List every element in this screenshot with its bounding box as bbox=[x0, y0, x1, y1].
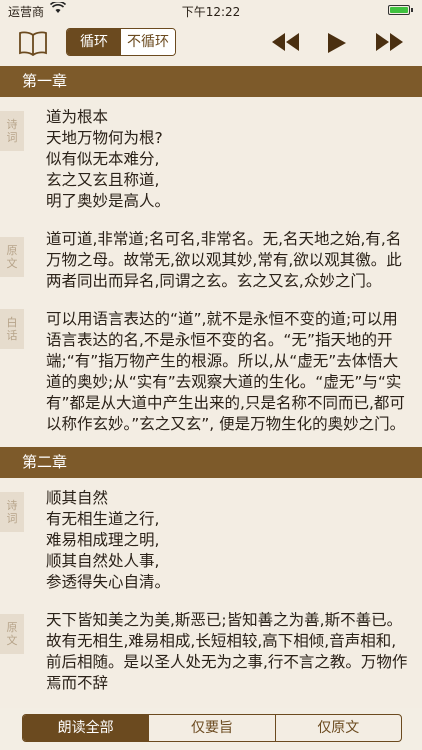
only-original-button[interactable]: 仅原文 bbox=[274, 715, 401, 741]
original-tag: 原文 bbox=[0, 614, 24, 654]
rewind-icon[interactable] bbox=[272, 33, 300, 53]
read-all-button[interactable]: 朗读全部 bbox=[23, 715, 149, 741]
poem-text: 顺其自然 有无相生道之行, 难易相成理之明, 顺其自然处人事, 参透得失心自清。 bbox=[46, 489, 171, 591]
no-loop-mode-button[interactable]: 不循环 bbox=[121, 29, 175, 55]
poem-text: 道为根本 天地万物何为根? 似有似无本难分, 玄之又玄且称道, 明了奥妙是高人。 bbox=[46, 108, 171, 210]
play-icon[interactable] bbox=[328, 33, 346, 53]
original-section: 原文 天下皆知美之为美,斯恶已;皆知善之为善,斯不善已。故有无相生,难易相成,长… bbox=[0, 610, 422, 694]
reading-content[interactable]: 第一章 诗词 道为根本 天地万物何为根? 似有似无本难分, 玄之又玄且称道, 明… bbox=[0, 66, 422, 694]
chapter-header: 第一章 bbox=[0, 66, 422, 97]
original-section: 原文 道可道,非常道;名可名,非常名。无,名天地之始,有,名万物之母。故常无,欲… bbox=[0, 229, 422, 292]
loop-mode-segment: 循环 不循环 bbox=[66, 28, 176, 56]
original-text: 道可道,非常道;名可名,非常名。无,名天地之始,有,名万物之母。故常无,欲以观其… bbox=[46, 230, 402, 290]
translation-tag: 白话 bbox=[0, 309, 24, 349]
original-tag: 原文 bbox=[0, 237, 24, 277]
status-bar: 运营商 下午12:22 bbox=[0, 0, 422, 20]
chapter-header: 第二章 bbox=[0, 447, 422, 478]
only-key-button[interactable]: 仅要旨 bbox=[148, 715, 274, 741]
poem-tag: 诗词 bbox=[0, 492, 24, 532]
original-text: 天下皆知美之为美,斯恶已;皆知善之为善,斯不善已。故有无相生,难易相成,长短相较… bbox=[46, 611, 408, 692]
translation-text: 可以用语言表达的“道”,就不是永恒不变的道;可以用语言表达的名,不是永恒不变的名… bbox=[46, 310, 406, 433]
loop-mode-button[interactable]: 循环 bbox=[67, 29, 121, 55]
bottom-bar: 朗读全部 仅要旨 仅原文 bbox=[0, 708, 422, 750]
read-mode-segment: 朗读全部 仅要旨 仅原文 bbox=[22, 714, 402, 742]
book-icon[interactable] bbox=[18, 30, 48, 57]
fast-forward-icon[interactable] bbox=[376, 33, 404, 53]
poem-section: 诗词 顺其自然 有无相生道之行, 难易相成理之明, 顺其自然处人事, 参透得失心… bbox=[0, 488, 422, 593]
translation-section: 白话 可以用语言表达的“道”,就不是永恒不变的道;可以用语言表达的名,不是永恒不… bbox=[0, 309, 422, 435]
toolbar: 循环 不循环 bbox=[0, 20, 422, 66]
poem-tag: 诗词 bbox=[0, 111, 24, 151]
status-time: 下午12:22 bbox=[181, 5, 241, 19]
poem-section: 诗词 道为根本 天地万物何为根? 似有似无本难分, 玄之又玄且称道, 明了奥妙是… bbox=[0, 107, 422, 212]
battery-icon bbox=[388, 5, 413, 15]
